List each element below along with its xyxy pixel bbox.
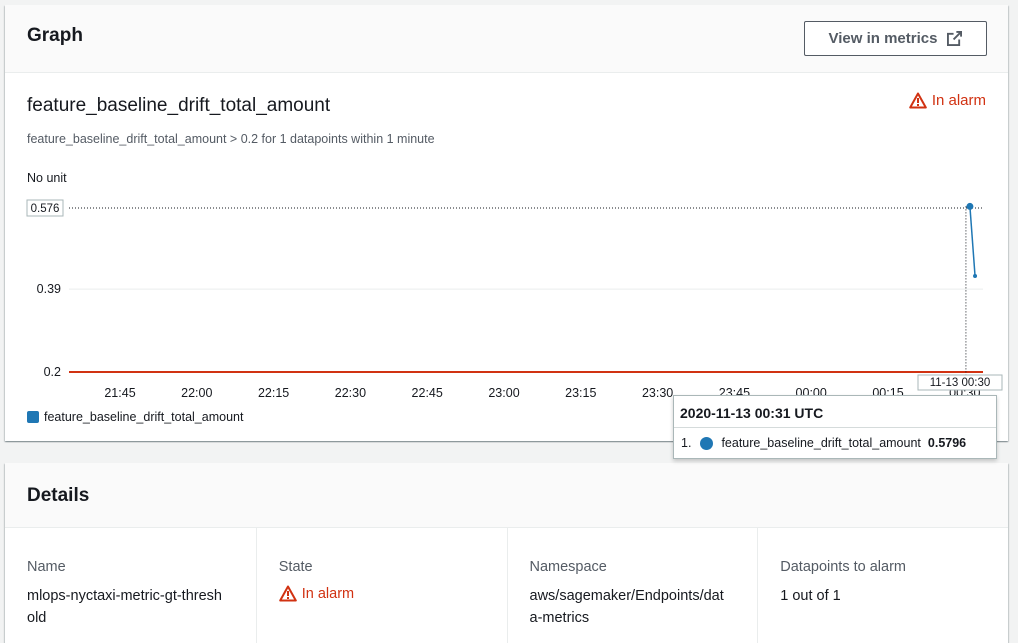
y-tick-label: 0.576 [31,203,60,215]
x-tick-label: 22:15 [258,386,289,400]
x-tick-label: 23:30 [642,386,673,400]
details-panel-title: Details [27,485,90,506]
series-point [973,274,978,279]
legend-label: feature_baseline_drift_total_amount [44,410,244,424]
chart-legend[interactable]: feature_baseline_drift_total_amount [27,410,243,424]
details-state-text: In alarm [301,585,355,602]
details-value-datapoints: 1 out of 1 [780,588,841,604]
x-highlight-label: 11-13 00:30 [930,377,991,389]
details-label-namespace: Namespace [529,559,607,575]
tooltip-value: 0.5796 [927,436,967,450]
details-col-name: Name mlops-nyctaxi-metric-gt-threshold [5,528,256,643]
details-panel: Details Name mlops-nyctaxi-metric-gt-thr… [5,463,1008,643]
tooltip-row: 1. feature_baseline_drift_total_amount 0… [674,428,996,450]
series-line [969,206,976,277]
warning-icon [278,585,297,602]
chart-tooltip: 2020-11-13 00:31 UTC 1. feature_baseline… [673,395,997,459]
metric-chart[interactable]: 0.2 0.39 0.576 21:45 22:00 22:15 22:30 22:45 23:… [5,5,1008,405]
details-col-namespace: Namespace aws/sagemaker/Endpoints/data-m… [506,528,758,643]
details-label-state: State [278,559,313,575]
details-label-datapoints: Datapoints to alarm [780,559,906,575]
graph-panel: Graph View in metrics feature_baseline_d… [5,5,1008,459]
y-tick-label: 0.2 [44,365,61,379]
details-label-name: Name [27,559,66,575]
details-panel-header: Details [5,463,1008,528]
y-tick-label: 0.39 [37,282,61,296]
series-point [966,202,974,210]
x-tick-label: 23:15 [565,386,596,400]
x-tick-label: 23:00 [488,386,519,400]
legend-swatch [27,411,39,423]
tooltip-series-name: feature_baseline_drift_total_amount [721,436,921,450]
tooltip-series-dot [700,436,714,450]
tooltip-index: 1. [681,436,692,450]
x-tick-label: 22:45 [412,386,443,400]
x-tick-label: 22:30 [335,386,366,400]
details-value-namespace: aws/sagemaker/Endpoints/data-metrics [529,588,724,626]
details-col-state: State In alarm [255,528,507,643]
x-tick-label: 22:00 [181,386,212,400]
x-tick-label: 21:45 [104,386,135,400]
details-col-datapoints: Datapoints to alarm 1 out of 1 [757,528,1008,643]
details-value-name: mlops-nyctaxi-metric-gt-threshold [27,588,222,626]
details-columns: Name mlops-nyctaxi-metric-gt-threshold S… [5,528,1008,643]
details-value-state: In alarm [278,585,507,602]
tooltip-time: 2020-11-13 00:31 UTC [674,396,996,428]
